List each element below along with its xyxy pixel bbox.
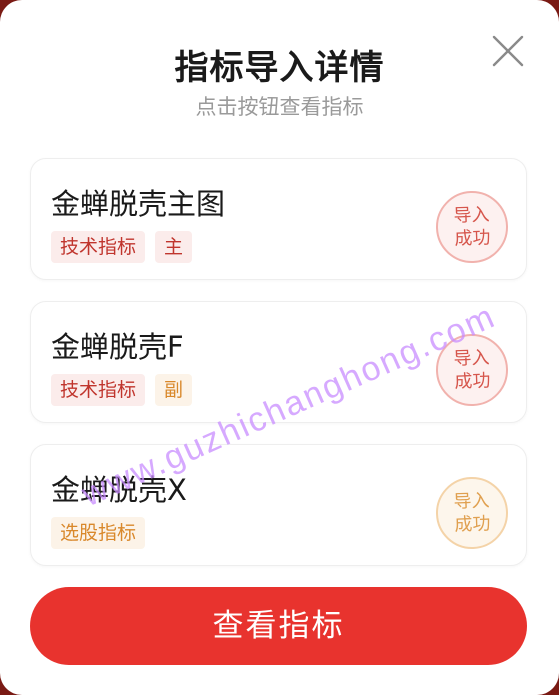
indicator-card[interactable]: 金蝉脱壳主图 技术指标 主 导入 成功: [30, 158, 527, 280]
tag-main: 主: [155, 231, 193, 263]
stamp-line-1: 导入: [453, 490, 490, 513]
import-success-stamp: 导入 成功: [434, 332, 510, 408]
indicator-name: 金蝉脱壳F: [51, 330, 184, 364]
dialog-title: 指标导入详情: [174, 48, 385, 88]
tag-stock-selection-indicator: 选股指标: [51, 517, 146, 549]
tag-sub: 副: [155, 374, 193, 406]
import-details-dialog: 指标导入详情 点击按钮查看指标 金蝉脱壳主图 技术指标 主 导入 成功 金蝉脱壳…: [0, 0, 559, 695]
stamp-line-1: 导入: [453, 347, 490, 370]
import-success-stamp: 导入 成功: [434, 475, 510, 551]
indicator-name: 金蝉脱壳X: [51, 473, 187, 507]
stamp-line-2: 成功: [454, 370, 491, 393]
tag-technical-indicator: 技术指标: [51, 374, 146, 406]
tag-technical-indicator: 技术指标: [51, 231, 146, 263]
indicator-card[interactable]: 金蝉脱壳F 技术指标 副 导入 成功: [30, 301, 527, 423]
tag-list: 选股指标: [51, 517, 146, 549]
stamp-line-1: 导入: [453, 204, 490, 227]
import-success-stamp: 导入 成功: [434, 189, 510, 265]
indicator-name: 金蝉脱壳主图: [51, 187, 226, 221]
tag-list: 技术指标 主: [51, 231, 193, 263]
stamp-line-2: 成功: [454, 513, 491, 536]
indicator-card[interactable]: 金蝉脱壳X 选股指标 导入 成功: [30, 444, 527, 566]
view-indicators-button[interactable]: 查看指标: [30, 587, 527, 665]
tag-list: 技术指标 副: [51, 374, 193, 406]
stamp-line-2: 成功: [454, 227, 491, 250]
dialog-subtitle: 点击按钮查看指标: [195, 95, 364, 119]
